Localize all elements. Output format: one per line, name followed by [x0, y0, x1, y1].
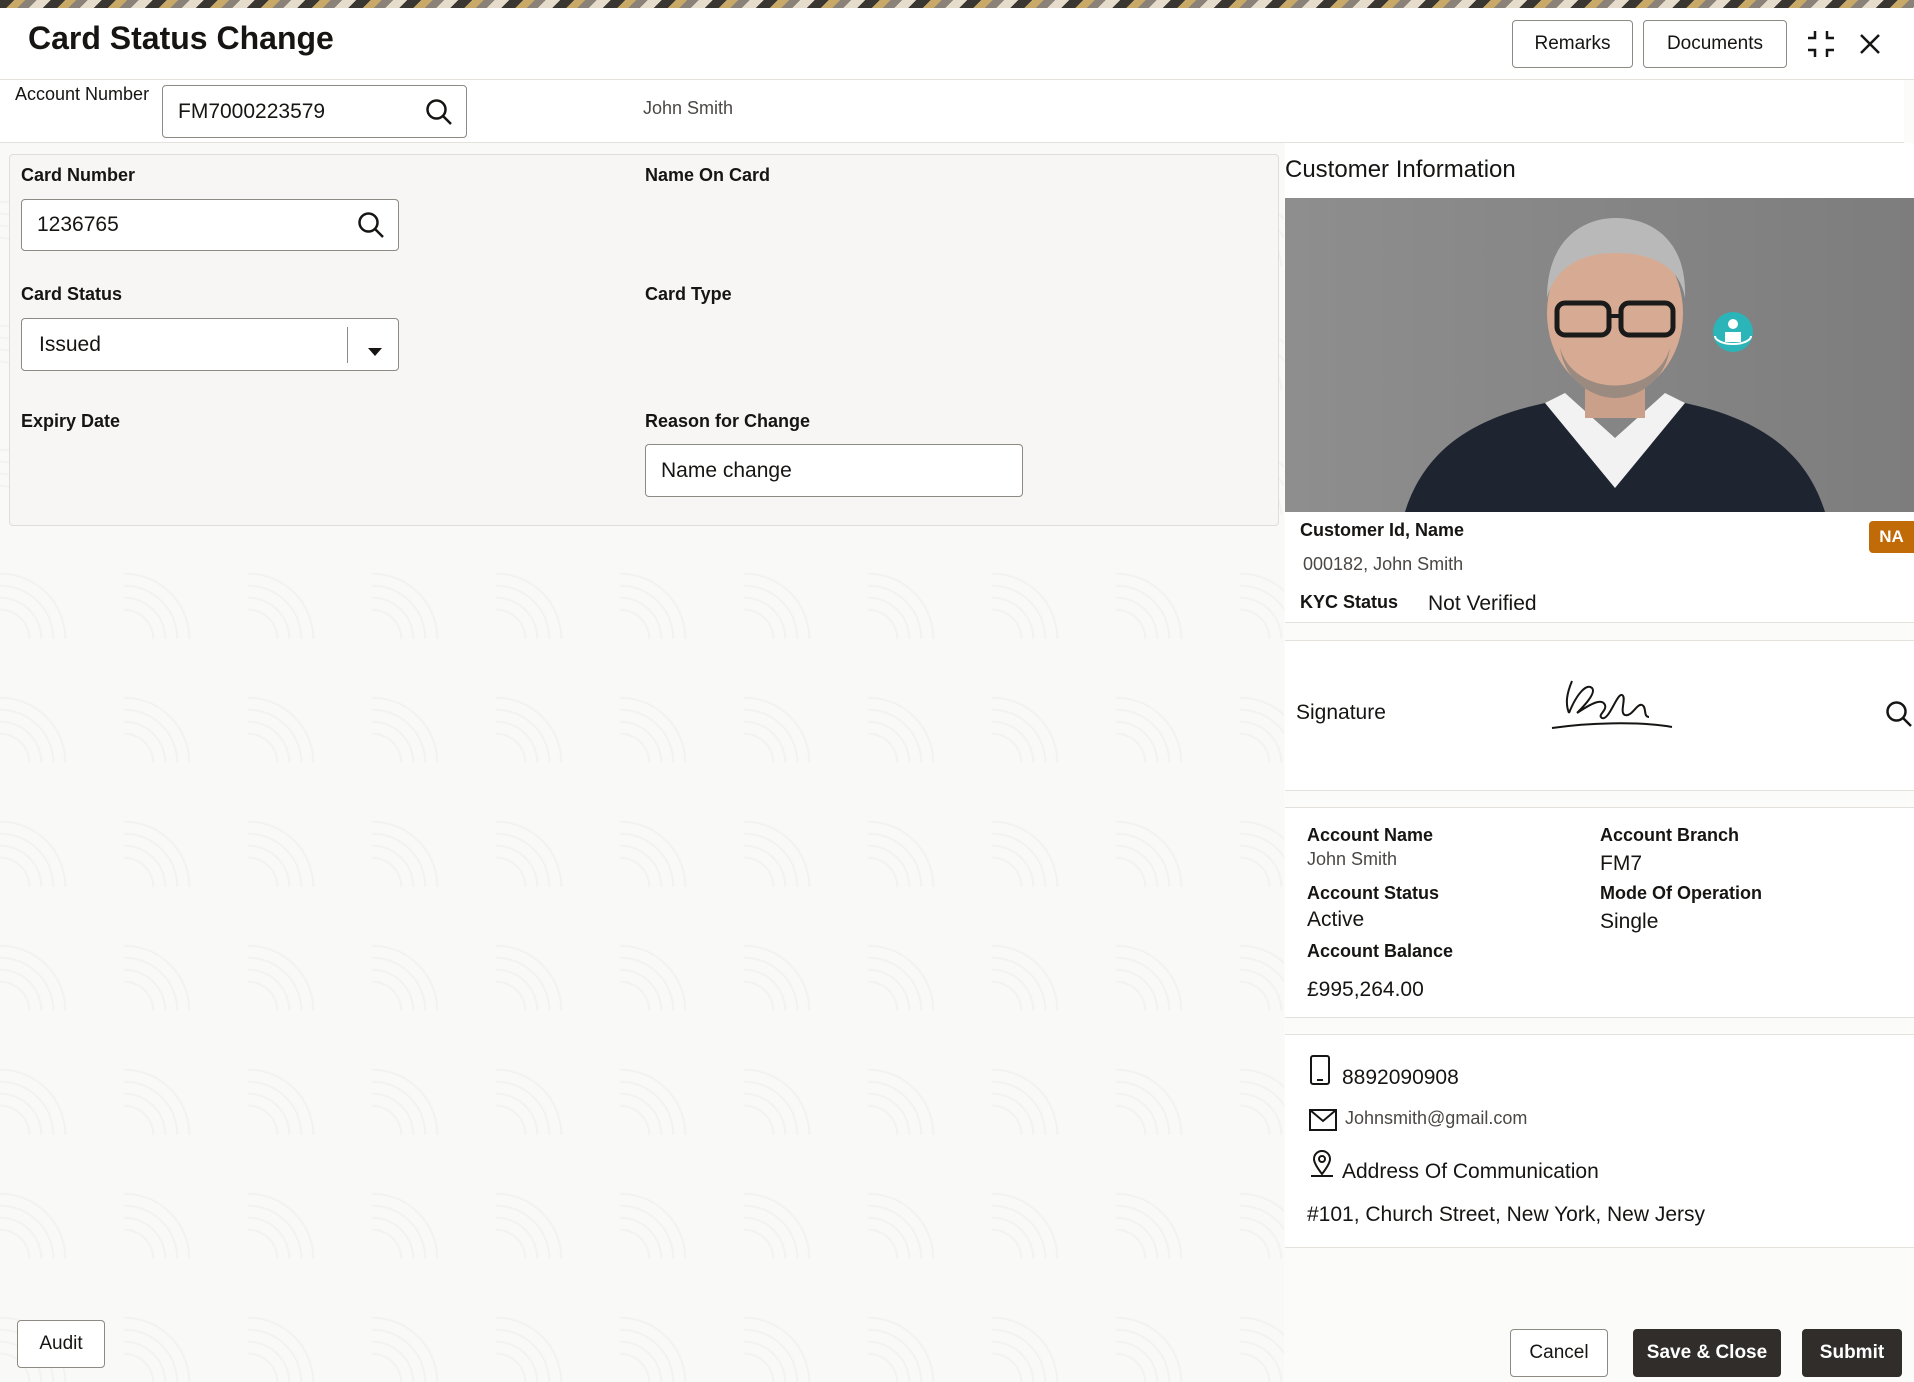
- page-header: Card Status Change Remarks Documents: [0, 8, 1914, 80]
- account-number-value: FM7000223579: [178, 99, 326, 123]
- card-number-label: Card Number: [21, 165, 136, 185]
- account-name-value: John Smith: [1307, 849, 1398, 869]
- account-status-label: Account Status: [1307, 883, 1440, 903]
- customer-id-name-label: Customer Id, Name: [1300, 520, 1465, 540]
- submit-button[interactable]: Submit: [1802, 1329, 1902, 1377]
- card-number-input[interactable]: 1236765: [21, 199, 399, 251]
- customer-photo: [1285, 198, 1914, 512]
- audit-button[interactable]: Audit: [17, 1320, 105, 1368]
- account-bar: Account Number FM7000223579 John Smith: [0, 80, 1904, 143]
- remarks-button[interactable]: Remarks: [1512, 20, 1633, 68]
- signature-image: [1551, 680, 1673, 729]
- zoom-signature-icon[interactable]: [1884, 699, 1914, 734]
- account-branch-value: FM7: [1600, 852, 1642, 875]
- name-on-card-label: Name On Card: [645, 165, 771, 185]
- signature-label: Signature: [1296, 701, 1386, 724]
- chevron-down-icon[interactable]: [367, 339, 383, 363]
- phone-icon: [1309, 1055, 1331, 1090]
- expiry-date-label: Expiry Date: [21, 411, 121, 431]
- reason-for-change-value: Name change: [661, 458, 792, 482]
- account-balance-value: £995,264.00: [1307, 978, 1424, 1001]
- status-badge: NA: [1869, 521, 1914, 553]
- mode-of-operation-value: Single: [1600, 910, 1659, 933]
- mail-icon: [1309, 1109, 1337, 1136]
- mode-of-operation-label: Mode Of Operation: [1600, 883, 1762, 903]
- account-name-label: Account Name: [1307, 825, 1434, 845]
- search-icon[interactable]: [424, 97, 454, 127]
- account-status-value: Active: [1307, 908, 1365, 931]
- kyc-status-label: KYC Status: [1300, 592, 1399, 612]
- select-divider: [347, 327, 348, 363]
- card-type-label: Card Type: [645, 284, 732, 304]
- documents-button[interactable]: Documents: [1643, 20, 1787, 68]
- customer-id-name-value: 000182, John Smith: [1303, 554, 1464, 574]
- save-close-button[interactable]: Save & Close: [1633, 1329, 1781, 1377]
- customer-info-title: Customer Information: [1285, 156, 1516, 183]
- page-title: Card Status Change: [28, 20, 334, 56]
- account-details-card: Account Name John Smith Account Branch F…: [1285, 807, 1914, 1018]
- email-address: Johnsmith@gmail.com: [1345, 1108, 1528, 1128]
- signature-card: Signature: [1285, 640, 1914, 791]
- customer-info-card: Customer Information Customer Id, Name N…: [1285, 143, 1914, 623]
- reason-for-change-input[interactable]: Name change: [645, 444, 1023, 497]
- customer-info-panel: Customer Information Customer Id, Name N…: [1285, 143, 1914, 1323]
- kyc-status-value: Not Verified: [1428, 592, 1537, 615]
- account-branch-label: Account Branch: [1600, 825, 1740, 845]
- account-number-label: Account Number: [15, 84, 150, 104]
- card-status-value: Issued: [39, 332, 101, 356]
- brand-strip: [0, 0, 1914, 8]
- card-form-panel: Card Number 1236765 Name On Card Card St…: [9, 154, 1279, 526]
- cancel-button[interactable]: Cancel: [1510, 1329, 1608, 1377]
- location-pin-icon: [1309, 1150, 1335, 1183]
- address-label: Address Of Communication: [1342, 1160, 1599, 1183]
- card-status-label: Card Status: [21, 284, 123, 304]
- phone-number: 8892090908: [1342, 1066, 1459, 1089]
- minimize-icon[interactable]: [1803, 26, 1839, 62]
- search-icon[interactable]: [356, 210, 386, 240]
- contact-card: 8892090908 Johnsmith@gmail.com Address O…: [1285, 1034, 1914, 1248]
- address-value: #101, Church Street, New York, New Jersy: [1307, 1203, 1706, 1226]
- account-balance-label: Account Balance: [1307, 941, 1454, 961]
- reason-for-change-label: Reason for Change: [645, 411, 811, 431]
- card-number-value: 1236765: [37, 213, 119, 236]
- account-holder-name: John Smith: [643, 98, 734, 118]
- account-number-input[interactable]: FM7000223579: [162, 85, 467, 138]
- card-status-select[interactable]: Issued: [21, 318, 399, 371]
- close-icon[interactable]: [1852, 26, 1888, 62]
